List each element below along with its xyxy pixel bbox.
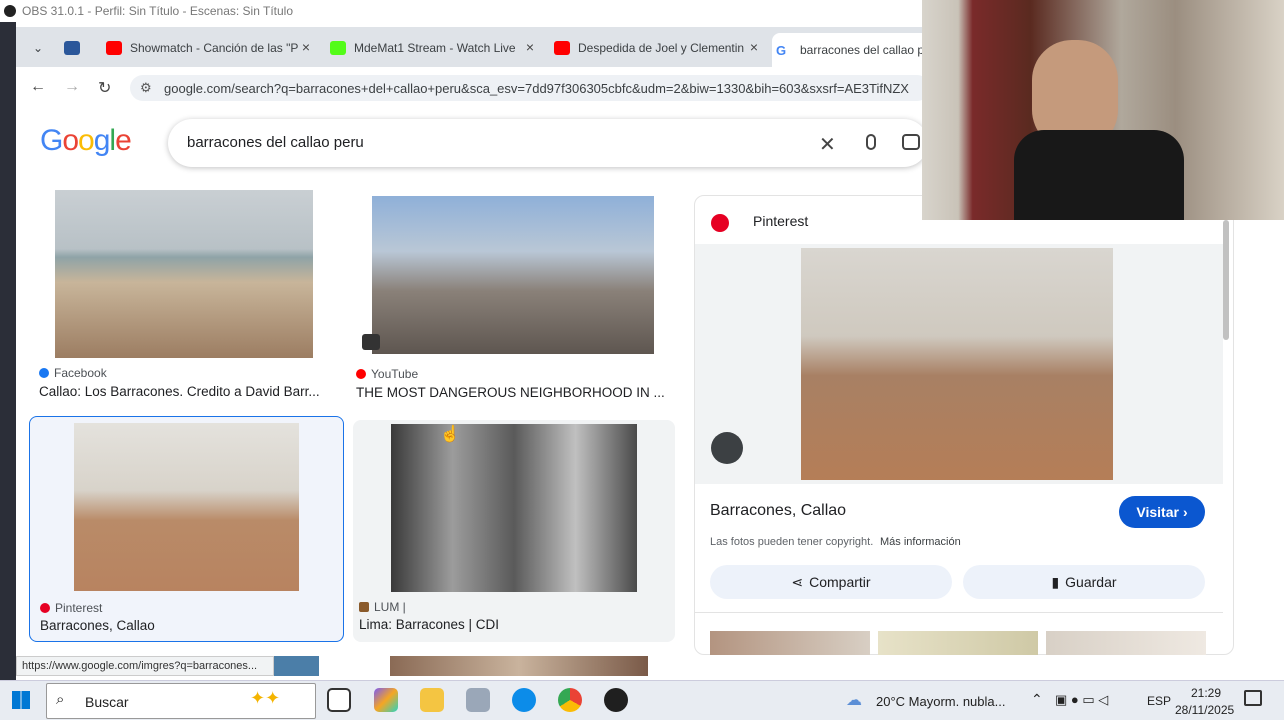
chrome-icon[interactable] (558, 688, 582, 712)
streamer-shirt (1014, 130, 1184, 220)
tray-icons[interactable]: ▣ ● ▭ ◁ (1055, 692, 1108, 708)
result-card-selected[interactable]: Pinterest Barracones, Callao (29, 416, 344, 642)
site-info-icon[interactable]: ⚙ (140, 80, 152, 96)
google-icon: G (776, 43, 787, 58)
result-source[interactable]: YouTube (356, 367, 418, 381)
result-card[interactable]: LUM | Lima: Barracones | CDI (353, 420, 675, 642)
close-tab-icon[interactable]: × (750, 39, 758, 55)
tab-showmatch[interactable]: Showmatch - Canción de las "P × (102, 33, 316, 63)
edge-icon[interactable] (512, 688, 536, 712)
status-url: https://www.google.com/imgres?q=barracon… (16, 656, 274, 676)
youtube-icon (356, 369, 366, 379)
lum-icon (359, 602, 369, 612)
tab-label: Showmatch - Canción de las "P (130, 41, 299, 55)
play-video-icon (362, 334, 380, 350)
close-tab-icon[interactable]: × (302, 39, 310, 55)
copyright-notice: Las fotos pueden tener copyright. (710, 536, 874, 548)
youtube-icon (554, 41, 570, 55)
pinterest-icon (40, 603, 50, 613)
language-indicator[interactable]: ESP (1147, 694, 1171, 708)
facebook-icon (39, 368, 49, 378)
share-button[interactable]: ⋖ Compartir (710, 565, 952, 599)
tab-label: MdeMat1 Stream - Watch Live (354, 41, 516, 55)
result-image[interactable] (55, 190, 313, 358)
lens-search-icon[interactable] (711, 432, 743, 464)
result-title[interactable]: Barracones, Callao (40, 618, 155, 633)
share-icon: ⋖ (791, 573, 804, 590)
pinterest-icon (711, 214, 729, 232)
word-icon (64, 41, 80, 55)
result-image[interactable] (390, 656, 648, 676)
more-info-link[interactable]: Más información (880, 536, 961, 548)
tab-list-button[interactable]: ⌄ (26, 33, 50, 63)
back-icon[interactable]: ← (30, 78, 46, 96)
related-image[interactable] (878, 631, 1038, 655)
search-icon: ⌕ (56, 691, 65, 708)
result-title[interactable]: Lima: Barracones | CDI (359, 617, 499, 632)
reload-icon[interactable]: ↻ (98, 78, 111, 98)
tab-label: Despedida de Joel y Clementin (578, 41, 745, 55)
file-explorer-icon[interactable] (420, 688, 444, 712)
result-image[interactable] (74, 423, 299, 591)
chevron-right-icon: › (1182, 504, 1188, 520)
forward-icon[interactable]: → (64, 78, 80, 96)
obs-side-panel (0, 22, 16, 680)
google-logo[interactable]: Google (40, 124, 132, 158)
result-image[interactable] (391, 424, 637, 592)
result-title[interactable]: THE MOST DANGEROUS NEIGHBORHOOD IN ... (356, 385, 665, 400)
chevron-down-icon: ⌄ (32, 41, 44, 55)
microphone-icon[interactable] (866, 134, 876, 150)
divider (695, 612, 1223, 613)
weather-text[interactable]: 20°C Mayorm. nubla... (876, 694, 1005, 709)
copilot-sparkle-icon: ✦✦ (250, 688, 281, 708)
windows-start-icon[interactable] (12, 691, 30, 709)
clear-search-icon[interactable]: ✕ (819, 132, 836, 157)
kick-icon (330, 41, 346, 55)
clock-date[interactable]: 28/11/2025 (1175, 703, 1234, 717)
search-input[interactable]: barracones del callao peru (187, 134, 364, 151)
tab-bar: ⌄ Showmatch - Canción de las "P × MdeMat… (16, 27, 932, 67)
result-image[interactable] (372, 196, 654, 354)
notification-icon[interactable] (1244, 690, 1262, 706)
related-image[interactable] (710, 631, 870, 655)
obs-icon[interactable] (604, 688, 628, 712)
result-source[interactable]: Pinterest (40, 601, 102, 615)
address-bar[interactable]: google.com/search?q=barracones+del+calla… (130, 75, 930, 101)
panel-title[interactable]: Barracones, Callao (710, 502, 846, 520)
result-source[interactable]: Facebook (39, 366, 107, 380)
result-card[interactable]: YouTube THE MOST DANGEROUS NEIGHBORHOOD … (352, 186, 674, 406)
copilot-icon[interactable] (374, 688, 398, 712)
result-image[interactable] (274, 656, 319, 676)
tab-despedida[interactable]: Despedida de Joel y Clementin × (550, 33, 764, 63)
tab-word[interactable] (60, 33, 90, 63)
obs-title: OBS 31.0.1 - Perfil: Sin Título - Escena… (22, 4, 294, 18)
result-card[interactable]: Facebook Callao: Los Barracones. Credito… (33, 186, 339, 406)
visit-button[interactable]: Visitar › (1119, 496, 1205, 528)
close-tab-icon[interactable]: × (526, 39, 534, 55)
bookmark-icon: ▮ (1051, 573, 1060, 590)
tab-google-search[interactable]: G barracones del callao per (772, 33, 932, 67)
save-button[interactable]: ▮ Guardar (963, 565, 1205, 599)
result-title[interactable]: Callao: Los Barracones. Credito a David … (39, 384, 320, 399)
webcam-overlay (922, 0, 1284, 220)
lens-icon[interactable] (902, 134, 920, 150)
weather-icon: ☁ (846, 692, 862, 709)
panel-scrollbar[interactable] (1223, 220, 1229, 340)
app-icon[interactable] (466, 688, 490, 712)
tab-label: barracones del callao per (800, 43, 932, 57)
panel-source[interactable]: Pinterest (753, 213, 808, 229)
result-source[interactable]: LUM | (359, 600, 406, 614)
task-view-icon[interactable] (327, 688, 351, 712)
url-text: google.com/search?q=barracones+del+calla… (164, 81, 909, 96)
youtube-icon (106, 41, 122, 55)
obs-icon (4, 5, 16, 17)
chevron-up-icon[interactable]: ⌃ (1031, 691, 1043, 708)
related-image[interactable] (1046, 631, 1206, 655)
preview-image[interactable] (801, 248, 1113, 480)
taskbar-search-label: Buscar (85, 694, 129, 710)
image-preview-panel: Pinterest Barracones, Callao Visitar › La… (694, 195, 1234, 655)
clock-time[interactable]: 21:29 (1191, 686, 1221, 700)
mouse-cursor-icon: ☝ (440, 426, 460, 443)
tab-kick-stream[interactable]: MdeMat1 Stream - Watch Live × (326, 33, 540, 63)
